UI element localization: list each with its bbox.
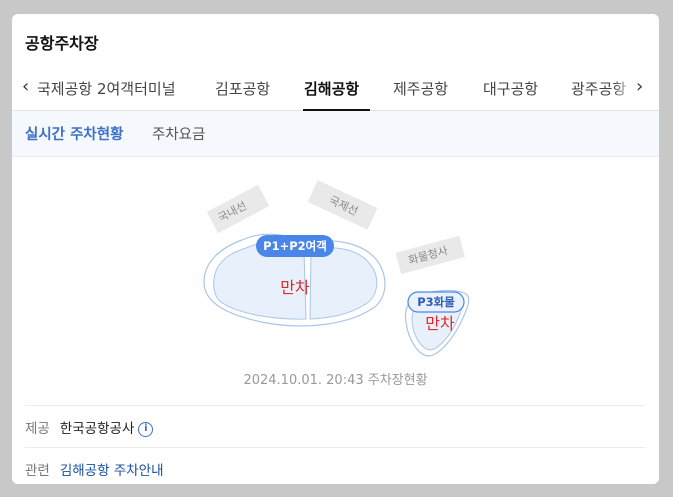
sub-tabs: 실시간 주차현황 주차요금: [12, 111, 659, 157]
tab-incheon-t2[interactable]: 국제공항 2여객터미널: [37, 78, 176, 99]
subtab-fees[interactable]: 주차요금: [152, 123, 205, 144]
tab-gimhae[interactable]: 김해공항: [304, 78, 359, 99]
lot-p3-status: 만차: [425, 314, 455, 333]
domestic-terminal: 국내선: [206, 184, 270, 234]
lot-p3-badge: P3화물: [417, 295, 455, 309]
chevron-right-icon[interactable]: ›: [633, 76, 649, 97]
tab-daegu[interactable]: 대구공항: [483, 78, 538, 99]
lot-p3-cargo[interactable]: P3화물 만차: [404, 289, 470, 357]
lot-p1-p2-badge: P1+P2여객: [263, 239, 327, 253]
divider: [25, 447, 645, 448]
info-icon[interactable]: i: [138, 421, 154, 437]
subtab-realtime[interactable]: 실시간 주차현황: [25, 123, 123, 144]
parking-map-svg: 국내선 국제선 화물청사 P1+P2여객 만차 P3화물 만차: [203, 180, 470, 357]
related-row: 관련 김해공항 주차안내: [25, 459, 164, 479]
divider: [25, 405, 645, 406]
related-link[interactable]: 김해공항 주차안내: [60, 463, 164, 479]
international-terminal: 국제선: [307, 180, 378, 230]
provider-value: 한국공항공사: [59, 421, 135, 437]
provider-label: 제공: [25, 421, 50, 437]
status-timestamp: 2024.10.01. 20:43 주차장현황: [243, 373, 428, 388]
related-label: 관련: [25, 463, 50, 479]
airport-tabs: 국제공항 2여객터미널 김포공항 김해공항 제주공항 대구공항 광주공항 ‹ ›: [12, 70, 659, 111]
lot-p1-p2-status: 만차: [280, 278, 310, 297]
card-title: 공항주차장: [25, 34, 99, 53]
provider-row: 제공 한국공항공사 i: [25, 417, 154, 437]
cargo-building: 화물청사: [395, 235, 465, 275]
parking-card: 공항주차장 국제공항 2여객터미널 김포공항 김해공항 제주공항 대구공항 광주…: [12, 14, 659, 484]
tab-jeju[interactable]: 제주공항: [393, 78, 448, 99]
parking-map: 국내선 국제선 화물청사 P1+P2여객 만차 P3화물 만차: [12, 164, 659, 364]
tab-gimpo[interactable]: 김포공항: [215, 78, 270, 99]
lot-p1-p2[interactable]: P1+P2여객 만차: [203, 233, 386, 327]
chevron-left-icon[interactable]: ‹: [22, 76, 36, 97]
